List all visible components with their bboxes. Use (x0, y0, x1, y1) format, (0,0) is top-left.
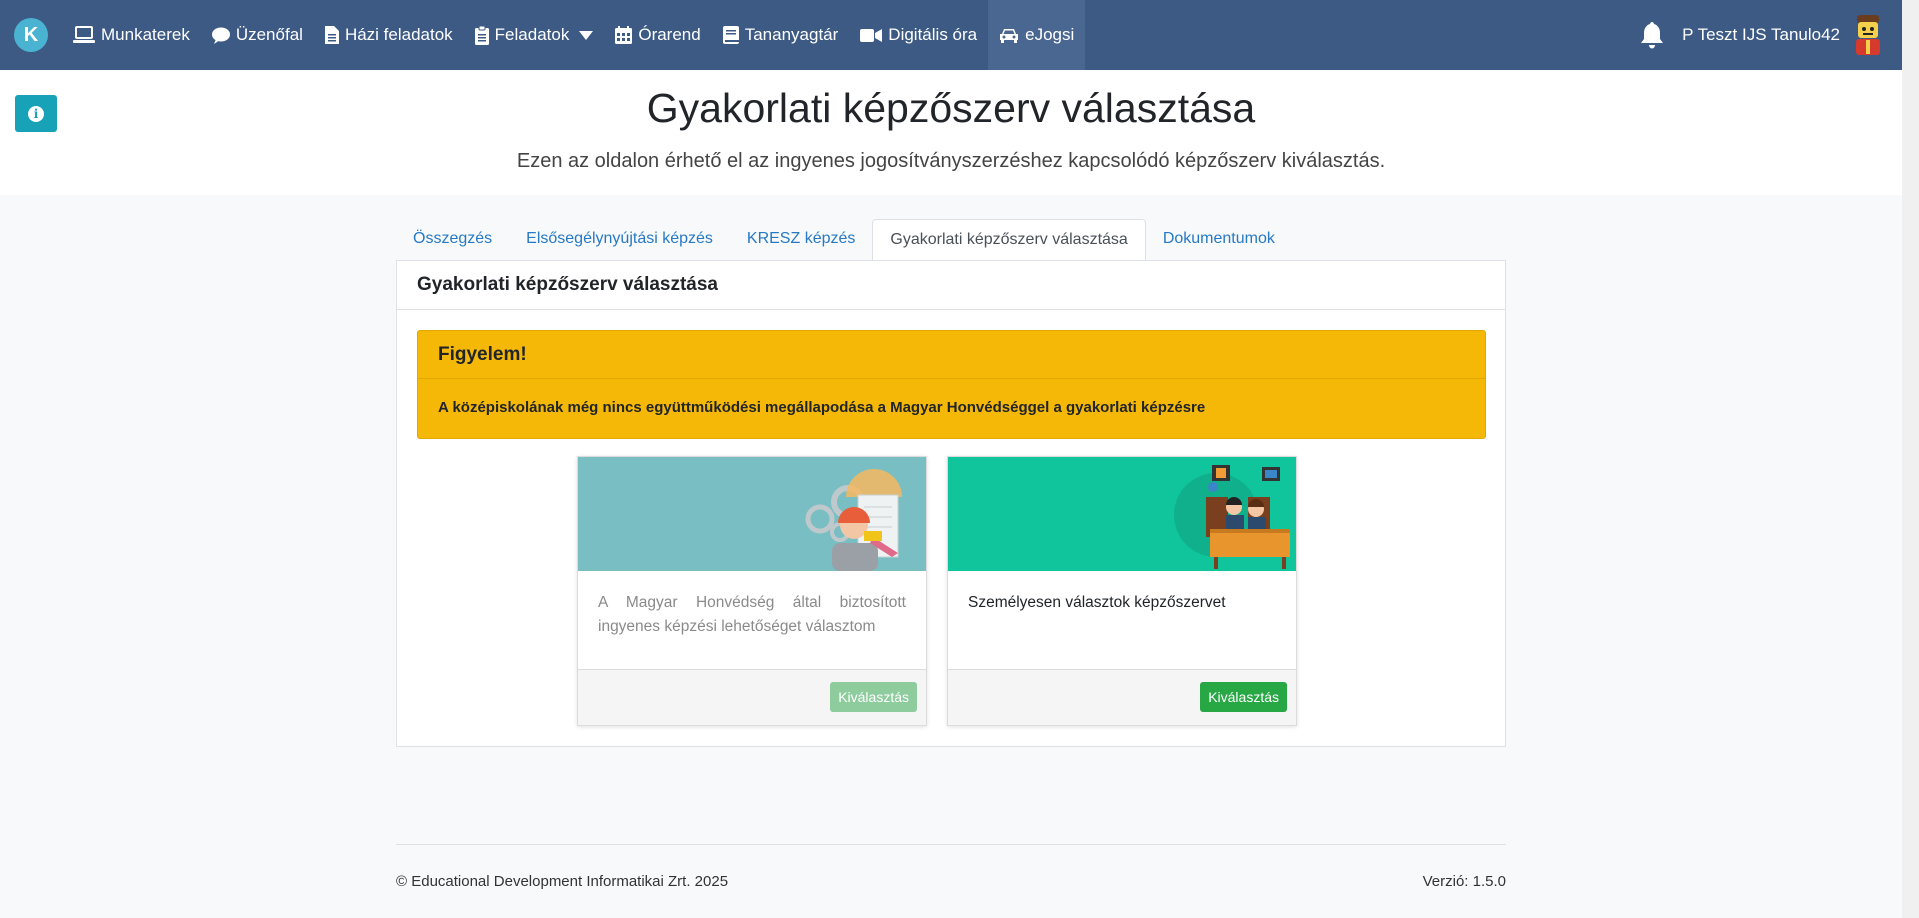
car-icon (1000, 28, 1019, 43)
tab-elsosegely[interactable]: Elsősegélynyújtási képzés (509, 219, 730, 261)
nav-item-orarend[interactable]: Órarend (604, 0, 711, 70)
alert-message: A középiskolának még nincs együttműködés… (438, 399, 1206, 416)
nav-item-munkaterek[interactable]: Munkaterek (62, 0, 201, 70)
card-text: A Magyar Honvédség által biztosított ing… (598, 594, 906, 635)
nav-label: Digitális óra (888, 25, 978, 44)
card-footer: Kiválasztás (948, 669, 1296, 725)
panel-title: Gyakorlati képzőszerv választása (397, 261, 1505, 310)
comment-icon (211, 27, 230, 44)
bell-icon[interactable] (1640, 21, 1664, 49)
nav-item-uzenofal[interactable]: Üzenőfal (201, 0, 314, 70)
tab-bar: Összegzés Elsősegélynyújtási képzés KRES… (396, 219, 1292, 261)
nav-item-feladatok[interactable]: Feladatok (464, 0, 605, 70)
nav-label: Házi feladatok (344, 25, 453, 44)
nav-label: Órarend (638, 25, 701, 44)
clipboard-icon (474, 25, 489, 45)
nav-label: Feladatok (494, 25, 570, 44)
nav-item-tananyagtar[interactable]: Tananyagtár (712, 0, 850, 70)
calendar-icon (615, 26, 633, 44)
avatar[interactable] (1850, 13, 1886, 57)
select-button-disabled[interactable]: Kiválasztás (830, 682, 917, 712)
nav-label: Üzenőfal (235, 25, 303, 44)
nav-item-digitalis-ora[interactable]: Digitális óra (849, 0, 988, 70)
page-header: i Gyakorlati képzőszerv választása Ezen … (0, 70, 1902, 195)
footer-version: Verzió: 1.5.0 (1422, 873, 1506, 890)
tab-osszegzes[interactable]: Összegzés (396, 219, 509, 261)
user-name[interactable]: P Teszt IJS Tanulo42 (1682, 25, 1840, 45)
page-subtitle: Ezen az oldalon érhető el az ingyenes jo… (516, 150, 1386, 172)
tab-dokumentumok[interactable]: Dokumentumok (1146, 219, 1292, 261)
chevron-down-icon (579, 30, 594, 40)
card-image-office (948, 457, 1296, 571)
alert-title: Figyelem! (418, 331, 1485, 379)
nav-label: Munkaterek (101, 25, 190, 44)
content-panel: Gyakorlati képzőszerv választása Figyele… (396, 260, 1506, 747)
book-icon (722, 26, 739, 44)
card-image-engineer (578, 457, 926, 571)
nav-item-ejogsi[interactable]: eJogsi (988, 0, 1086, 70)
select-button[interactable]: Kiválasztás (1200, 682, 1287, 712)
option-card-szemelyes: Személyesen választok képzőszervet Kivál… (947, 456, 1297, 726)
app-logo[interactable]: K (14, 18, 48, 52)
file-icon (324, 26, 339, 44)
engineer-illustration (805, 469, 902, 571)
laptop-icon (73, 26, 95, 43)
vertical-scrollbar[interactable] (1902, 0, 1919, 918)
nav-label: eJogsi (1025, 25, 1075, 44)
office-illustration (1174, 465, 1290, 569)
tab-kresz[interactable]: KRESZ képzés (730, 219, 872, 261)
user-area: P Teszt IJS Tanulo42 (1640, 0, 1886, 70)
card-text: Személyesen választok képzőszervet (968, 594, 1226, 611)
top-navbar: K Munkaterek Üzenőfal Házi feladatok Fel… (0, 0, 1902, 70)
option-card-honvedseg: A Magyar Honvédség által biztosított ing… (577, 456, 927, 726)
logo-letter: K (23, 23, 39, 46)
nav-label: Tananyagtár (744, 25, 839, 44)
footer-copyright: © Educational Development Informatikai Z… (396, 873, 729, 890)
nav-item-hazi-feladatok[interactable]: Házi feladatok (314, 0, 464, 70)
footer-divider (396, 844, 1506, 845)
card-footer: Kiválasztás (578, 669, 926, 725)
video-icon (860, 28, 883, 42)
tab-gyakorlati[interactable]: Gyakorlati képzőszerv választása (872, 219, 1146, 261)
page-title: Gyakorlati képzőszerv választása (646, 85, 1256, 131)
warning-alert: Figyelem! A középiskolának még nincs egy… (417, 330, 1486, 439)
